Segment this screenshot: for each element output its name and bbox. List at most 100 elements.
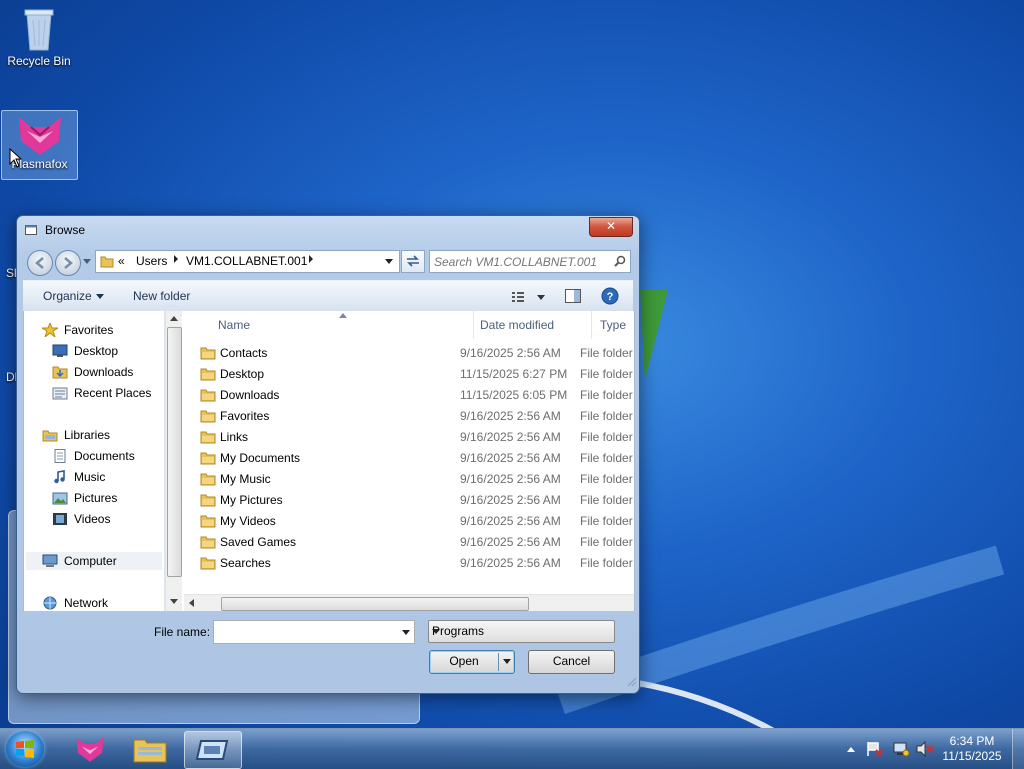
file-type-select[interactable]: Programs [428,620,615,643]
nav-label: Favorites [64,323,114,337]
file-type: File folder [580,388,633,402]
network-status-icon[interactable] [892,741,910,757]
nav-computer[interactable]: Computer [26,552,162,570]
recent-pages-dropdown[interactable] [83,259,91,264]
folder-icon [200,389,216,402]
file-row[interactable]: My Music 9/16/2025 2:56 AM File folder [184,469,634,490]
address-bar[interactable]: « Users VM1.COLLABNET.001 [95,250,400,273]
nav-network[interactable]: Network [42,594,162,611]
file-type: File folder [580,556,633,570]
folder-icon [200,347,216,360]
file-row[interactable]: Saved Games 9/16/2025 2:56 AM File folder [184,532,634,553]
content-area: Favorites Desktop Downloads Recent Place… [23,311,635,611]
documents-icon [54,449,66,463]
system-clock[interactable]: 6:34 PM 11/15/2025 [942,734,1002,764]
clock-date: 11/15/2025 [942,749,1002,763]
new-folder-button[interactable]: New folder [133,289,190,303]
scroll-left-arrow[interactable] [188,598,196,608]
network-icon [43,596,57,610]
file-explorer-icon [133,739,167,763]
nav-downloads[interactable]: Downloads [52,363,162,381]
file-row[interactable]: Searches 9/16/2025 2:56 AM File folder [184,553,634,574]
taskbar-plasmafox[interactable] [62,731,118,767]
back-button[interactable] [27,250,53,276]
file-row[interactable]: My Documents 9/16/2025 2:56 AM File folder [184,448,634,469]
help-icon[interactable]: ? [601,287,619,305]
address-overflow[interactable]: « [118,254,125,268]
file-row[interactable]: My Pictures 9/16/2025 2:56 AM File folder [184,490,634,511]
open-dropdown-arrow[interactable] [503,659,511,664]
show-desktop-button[interactable] [1012,729,1024,769]
nav-label: Documents [74,449,135,463]
back-arrow-icon [35,257,44,269]
refresh-button[interactable] [401,250,425,273]
breadcrumb-vm1[interactable]: VM1.COLLABNET.001 [186,254,307,268]
open-button[interactable]: Open [429,650,515,674]
file-name: My Videos [220,514,276,528]
file-name: My Pictures [220,493,283,507]
file-name: Downloads [220,388,280,402]
taskbar-file-explorer[interactable] [122,731,178,767]
folder-icon [200,515,216,528]
chevron-down-icon[interactable] [402,630,410,635]
folder-icon [200,536,216,549]
nav-documents[interactable]: Documents [52,447,162,465]
search-box[interactable] [429,250,631,273]
show-hidden-icons-icon[interactable] [846,745,856,753]
file-row[interactable]: Desktop 11/15/2025 6:27 PM File folder [184,364,634,385]
start-button[interactable] [6,731,44,767]
navigation-pane: Favorites Desktop Downloads Recent Place… [24,311,165,611]
column-header-type[interactable]: Type [592,311,634,339]
nav-videos[interactable]: Videos [52,510,162,528]
address-dropdown[interactable] [385,259,393,264]
folder-icon [200,410,216,423]
title-bar[interactable]: Browse ✕ [17,216,639,244]
nav-libraries[interactable]: Libraries [42,426,162,444]
nav-pictures[interactable]: Pictures [52,489,162,507]
cancel-button[interactable]: Cancel [528,650,615,674]
nav-desktop[interactable]: Desktop [52,342,162,360]
nav-recent-places[interactable]: Recent Places [52,384,162,402]
file-name-input[interactable] [213,620,415,644]
scroll-up-arrow[interactable] [170,316,178,321]
preview-pane-icon[interactable] [565,289,581,303]
file-row[interactable]: My Videos 9/16/2025 2:56 AM File folder [184,511,634,532]
close-button[interactable]: ✕ [589,217,633,237]
scroll-thumb[interactable] [167,327,182,577]
volume-muted-icon[interactable] [916,741,934,757]
scroll-down-arrow[interactable] [170,599,178,604]
action-center-flag-icon[interactable] [866,741,884,757]
taskbar-active-window[interactable] [184,731,242,769]
file-name: My Music [220,472,271,486]
forward-button[interactable] [55,250,81,276]
file-name-label: File name: [154,625,211,639]
recycle-bin-icon [24,9,54,51]
file-type: File folder [580,493,633,507]
breadcrumb-separator[interactable] [309,255,313,263]
scroll-thumb[interactable] [221,597,529,611]
organize-button[interactable]: Organize [43,289,104,303]
dialog-title: Browse [45,223,86,237]
videos-icon [53,513,67,525]
file-row[interactable]: Links 9/16/2025 2:56 AM File folder [184,427,634,448]
views-icon[interactable] [511,290,545,304]
nav-music[interactable]: Music [52,468,162,486]
file-row[interactable]: Downloads 11/15/2025 6:05 PM File folder [184,385,634,406]
file-date: 9/16/2025 2:56 AM [460,430,561,444]
desktop-icon-plasmafox[interactable]: Plasmafox [1,110,78,180]
file-row[interactable]: Contacts 9/16/2025 2:56 AM File folder [184,343,634,364]
clock-time: 6:34 PM [949,734,995,748]
nav-favorites[interactable]: Favorites [42,321,162,339]
search-input[interactable] [432,252,608,272]
horizontal-scrollbar[interactable] [184,594,634,611]
file-date: 9/16/2025 2:56 AM [460,451,561,465]
file-type: File folder [580,472,633,486]
breadcrumb-separator[interactable] [174,255,178,263]
desktop-icon-recycle-bin[interactable]: Recycle Bin [4,6,74,68]
nav-scrollbar[interactable] [165,311,182,611]
breadcrumb-users[interactable]: Users [136,254,167,268]
file-name: Links [220,430,249,444]
resize-grip-icon[interactable] [627,677,637,687]
column-header-date[interactable]: Date modified [472,311,592,339]
file-row[interactable]: Favorites 9/16/2025 2:56 AM File folder [184,406,634,427]
